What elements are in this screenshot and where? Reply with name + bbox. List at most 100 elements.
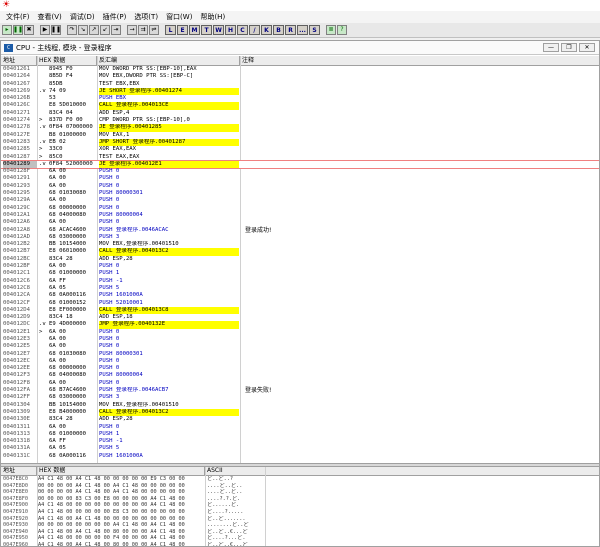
- disasm-row[interactable]: 004012D9 83C4 18 ADD ESP,18: [1, 314, 599, 321]
- disasm-row[interactable]: 00401318 6A FF PUSH -1: [1, 438, 599, 445]
- dump-row[interactable]: 0047E8D0 00 00 00 00 A4 C1 48 00 A4 C1 48…: [1, 483, 599, 490]
- help-icon[interactable]: ?: [337, 25, 347, 35]
- menu-item-6[interactable]: 帮助(H): [196, 11, 229, 23]
- disasm-row[interactable]: 004012E1 >6A 00 PUSH 0: [1, 329, 599, 336]
- toolbar-button-9[interactable]: ⇥: [111, 25, 121, 35]
- disasm-row[interactable]: 004012BC 83C4 28 ADD ESP,28: [1, 256, 599, 263]
- toolbar-window-button-7[interactable]: /: [249, 25, 260, 35]
- disasm-row[interactable]: 004012B2 BB 10154000 MOV EBX,登录程序.00401510: [1, 241, 599, 248]
- disasm-row[interactable]: 004012A1 68 04000080 PUSH 80000004: [1, 212, 599, 219]
- options-icon[interactable]: ≣: [326, 25, 336, 35]
- col-header-disasm[interactable]: 反汇编: [97, 56, 240, 66]
- dump-row[interactable]: 0047E920 A4 C1 48 00 A4 C1 48 00 00 00 00…: [1, 516, 599, 523]
- disasm-row[interactable]: 00401311 6A 00 PUSH 0: [1, 424, 599, 431]
- disasm-row[interactable]: 004012FF 68 03000000 PUSH 3: [1, 394, 599, 401]
- disasm-row[interactable]: 004012A8 68 ACAC4600 PUSH 登录程序.0046ACAC 登录成…: [1, 227, 599, 234]
- disasm-row[interactable]: 00401313 68 01000000 PUSH 1: [1, 431, 599, 438]
- disasm-row[interactable]: 004012EC 6A 00 PUSH 0: [1, 358, 599, 365]
- disasm-row[interactable]: 004012CF 68 01000152 PUSH 52010001: [1, 300, 599, 307]
- toolbar-button-8[interactable]: ↙: [100, 25, 110, 35]
- toolbar-window-button-9[interactable]: B: [273, 25, 284, 35]
- dump-row[interactable]: 0047E8F0 00 00 00 00 83 C3 00 E8 00 00 00…: [1, 496, 599, 503]
- toolbar-button-3[interactable]: ▶: [40, 25, 50, 35]
- toolbar-window-button-8[interactable]: K: [261, 25, 272, 35]
- disasm-row[interactable]: 00401274 >837D F0 00 CMP DWORD PTR SS:[EBP…: [1, 117, 599, 124]
- disasm-row[interactable]: 004012FA 68 B7AC4600 PUSH 登录程序.0046ACB7 登录失…: [1, 387, 599, 394]
- toolbar-window-button-11[interactable]: ...: [297, 25, 308, 35]
- dump-row[interactable]: 0047E950 A4 C1 48 00 00 00 00 00 F4 00 00…: [1, 535, 599, 542]
- disasm-row[interactable]: 004012E7 68 01030080 PUSH 80000301: [1, 351, 599, 358]
- toolbar-button-12[interactable]: ⇌: [149, 25, 159, 35]
- disasm-row[interactable]: 0040126B 53 PUSH EBX: [1, 95, 599, 102]
- disasm-row[interactable]: 00401283 .v EB 02 JMP SHORT 登录程序.00401287: [1, 138, 599, 147]
- disasm-row[interactable]: 004012C6 6A FF PUSH -1: [1, 278, 599, 285]
- toolbar-button-6[interactable]: ↘: [78, 25, 88, 35]
- disasm-row[interactable]: 004012E3 6A 00 PUSH 0: [1, 336, 599, 343]
- disasm-row[interactable]: 00401295 68 01030080 PUSH 80000301: [1, 190, 599, 197]
- disasm-row[interactable]: 00401293 6A 00 PUSH 0: [1, 183, 599, 190]
- disasm-row[interactable]: 00401271 83C4 04 ADD ESP,4: [1, 110, 599, 117]
- toolbar-button-11[interactable]: ⇉: [138, 25, 148, 35]
- disasm-row[interactable]: 00401261 8945 F0 MOV DWORD PTR SS:[EBP-10]…: [1, 66, 599, 73]
- close-button[interactable]: ✕: [579, 43, 595, 52]
- disassembly-pane[interactable]: 地址 HEX 数据 反汇编 注释 00401261 8945 F0 MOV DWOR…: [1, 56, 599, 463]
- disasm-row[interactable]: 00401285 >33C0 XOR EAX,EAX: [1, 146, 599, 153]
- dump-pane[interactable]: 地址 HEX 数据 ASCII 0047E8C0 A4 C1 48 00 A4 C…: [1, 467, 599, 546]
- disasm-row[interactable]: 004012F3 68 04000080 PUSH 80000004: [1, 372, 599, 379]
- disasm-row[interactable]: 004012F8 6A 00 PUSH 0: [1, 380, 599, 387]
- menu-item-1[interactable]: 查看(V): [34, 11, 66, 23]
- toolbar-window-button-10[interactable]: R: [285, 25, 296, 35]
- disasm-row[interactable]: 004012EE 68 00000000 PUSH 0: [1, 365, 599, 372]
- toolbar-button-5[interactable]: ↷: [67, 25, 77, 35]
- disasm-row[interactable]: 004012E5 6A 00 PUSH 0: [1, 343, 599, 350]
- disasm-row[interactable]: 004012D4 E8 EF000000 CALL 登录程序.004013C8: [1, 306, 599, 315]
- disasm-row[interactable]: 004012BF 6A 00 PUSH 0: [1, 263, 599, 270]
- toolbar-button-4[interactable]: ❚❚: [51, 25, 61, 35]
- disasm-row[interactable]: 004012B7 E8 06010000 CALL 登录程序.004013C2: [1, 248, 599, 256]
- disasm-row[interactable]: 00401269 .v 74 09 JE SHORT 登录程序.00401274: [1, 87, 599, 96]
- toolbar-window-button-6[interactable]: C: [237, 25, 248, 35]
- dump-row[interactable]: 0047E8C0 A4 C1 48 00 A4 C1 48 00 00 00 00…: [1, 476, 599, 483]
- dump-row[interactable]: 0047E930 00 00 00 00 00 00 00 00 A4 C1 48…: [1, 522, 599, 529]
- col-header-comment[interactable]: 注释: [240, 56, 599, 66]
- disasm-row[interactable]: 004012C1 68 01000000 PUSH 1: [1, 270, 599, 277]
- menu-item-2[interactable]: 调试(D): [66, 11, 99, 23]
- toolbar-button-0[interactable]: ▸: [2, 25, 12, 35]
- dump-row[interactable]: 0047E960 A4 C1 48 00 A4 C1 48 00 80 00 00…: [1, 542, 599, 546]
- disasm-row[interactable]: 0040129C 68 00000000 PUSH 0: [1, 205, 599, 212]
- disasm-row[interactable]: 0040131A 6A 05 PUSH 5: [1, 445, 599, 452]
- dump-col-address[interactable]: 地址: [1, 467, 37, 476]
- disasm-row[interactable]: 00401291 6A 00 PUSH 0: [1, 175, 599, 182]
- dump-row[interactable]: 0047E8E0 00 00 00 00 A4 C1 48 00 A4 C1 48…: [1, 489, 599, 496]
- dump-row[interactable]: 0047E900 A4 C1 48 00 00 00 00 00 00 00 00…: [1, 502, 599, 509]
- toolbar-button-2[interactable]: ✖: [24, 25, 34, 35]
- toolbar-window-button-12[interactable]: S: [309, 25, 320, 35]
- cpu-window-titlebar[interactable]: C CPU - 主线程, 模块 - 登录程序 — ❐ ✕: [1, 41, 599, 55]
- disasm-row[interactable]: 00401309 E8 B4000000 CALL 登录程序.004013C2: [1, 408, 599, 417]
- toolbar-window-button-2[interactable]: M: [189, 25, 200, 35]
- disasm-row[interactable]: 0040126C E8 5D010000 CALL 登录程序.004013CE: [1, 102, 599, 110]
- disasm-row[interactable]: 004012C8 6A 05 PUSH 5: [1, 285, 599, 292]
- dump-row[interactable]: 0047E940 A4 C1 48 00 A4 C1 48 00 80 00 00…: [1, 529, 599, 536]
- disasm-row[interactable]: 00401304 BB 10154000 MOV EBX,登录程序.00401510: [1, 402, 599, 409]
- disasm-row[interactable]: 0040128F 6A 00 PUSH 0: [1, 168, 599, 175]
- toolbar-button-10[interactable]: →: [127, 25, 137, 35]
- disasm-row[interactable]: 0040127E B8 01000000 MOV EAX,1: [1, 132, 599, 139]
- disasm-row[interactable]: 004012AD 68 03000000 PUSH 3: [1, 234, 599, 241]
- disasm-row[interactable]: 00401289 .v 0F84 52000000 JE 登录程序.004012E1: [1, 159, 599, 170]
- menu-item-5[interactable]: 窗口(W): [162, 11, 196, 23]
- menu-item-3[interactable]: 插件(P): [99, 11, 131, 23]
- disasm-row[interactable]: 0040129A 6A 00 PUSH 0: [1, 197, 599, 204]
- disasm-row[interactable]: 00401278 .v 0F84 07000000 JE 登录程序.00401285: [1, 124, 599, 132]
- restore-button[interactable]: ❐: [561, 43, 577, 52]
- dump-col-hex[interactable]: HEX 数据: [37, 467, 205, 476]
- toolbar-window-button-1[interactable]: E: [177, 25, 188, 35]
- disasm-row[interactable]: 004012DC .v E9 4D000000 JMP 登录程序.0040132E: [1, 321, 599, 329]
- disasm-row[interactable]: 00401287 >85C0 TEST EAX,EAX: [1, 154, 599, 161]
- menu-item-4[interactable]: 选项(T): [130, 11, 162, 23]
- toolbar-window-button-5[interactable]: H: [225, 25, 236, 35]
- disasm-row[interactable]: 00401267 85DB TEST EBX,EBX: [1, 81, 599, 88]
- toolbar-button-1[interactable]: ❚❚: [13, 25, 23, 35]
- dump-row[interactable]: 0047E910 A4 C1 48 00 00 00 00 00 E8 C3 00…: [1, 509, 599, 516]
- minimize-button[interactable]: —: [543, 43, 559, 52]
